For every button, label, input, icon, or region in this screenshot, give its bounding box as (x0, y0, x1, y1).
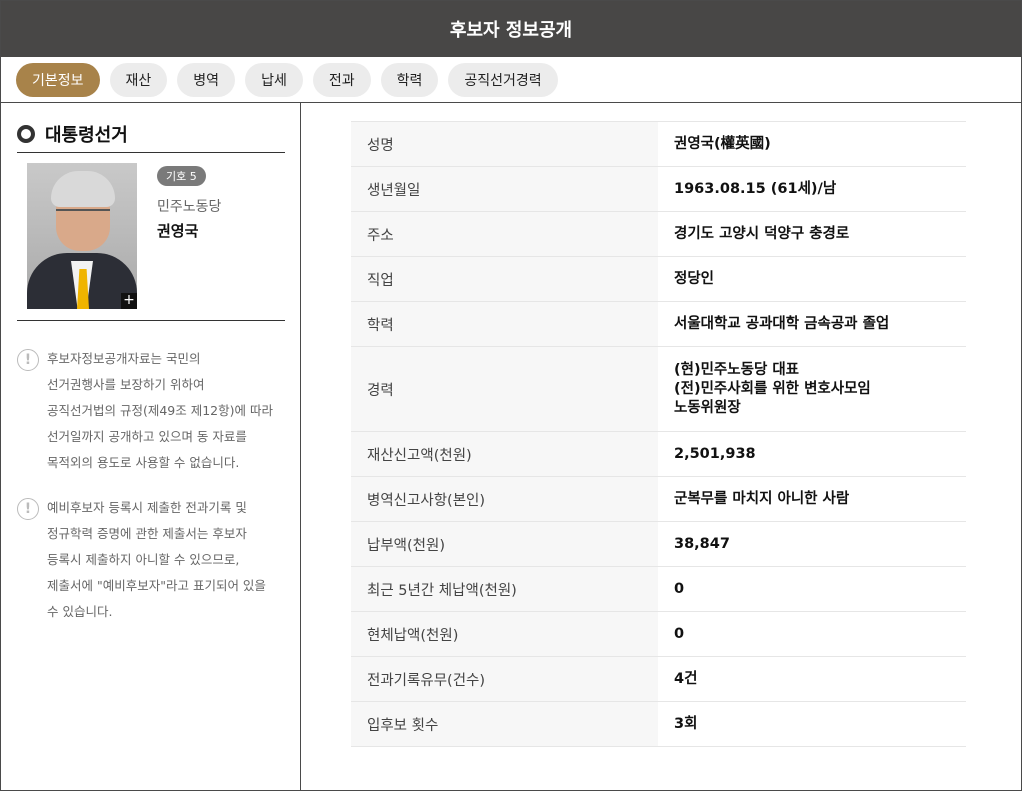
value-line: 0 (674, 580, 685, 597)
notice-line: 제출서에 "예비후보자"라고 표기되어 있을 (47, 578, 266, 593)
value-line: 정당인 (674, 270, 715, 287)
zoom-plus-icon[interactable]: + (121, 293, 137, 309)
tab-3[interactable]: 병역 (177, 62, 236, 97)
row-value: 2,501,938 (658, 432, 966, 477)
value-line: 3회 (674, 715, 698, 732)
value-line: 서울대학교 공과대학 금속공과 졸업 (674, 315, 890, 332)
notice-line: 선거권행사를 보장하기 위하여 (47, 377, 205, 392)
row-label: 납부액(천원) (351, 521, 658, 567)
row-label: 직업 (351, 256, 658, 302)
table-row: 최근 5년간 체납액(천원) 0 (351, 566, 966, 612)
content-area: 대통령선거 + 기호 5 민주노동당 권영국 ! 후보자정보공개자료는 국민의 … (1, 103, 1021, 790)
row-label: 재산신고액(천원) (351, 431, 658, 477)
table-row: 성명 권영국(權英國) (351, 121, 966, 167)
left-panel: 대통령선거 + 기호 5 민주노동당 권영국 ! 후보자정보공개자료는 국민의 … (1, 103, 301, 790)
table-row: 병역신고사항(본인) 군복무를 마치지 아니한 사람 (351, 476, 966, 522)
right-panel: 성명 권영국(權英國) 생년월일 1963.08.15 (61세)/남주소 경기도 고양… (301, 103, 1021, 790)
tab-7[interactable]: 공직선거경력 (448, 62, 558, 97)
value-line: 2,501,938 (674, 445, 756, 462)
candidate-info-window: 후보자 정보공개 기본정보 재산 병역 납세 전과 학력 공직선거경력 대통령선거 + (0, 0, 1022, 791)
row-value: 38,847 (658, 522, 966, 567)
table-row: 입후보 횟수 3회 (351, 701, 966, 747)
notice-line: 후보자정보공개자료는 국민의 (47, 351, 201, 366)
value-line: 1963.08.15 (61세)/남 (674, 180, 837, 197)
row-label: 최근 5년간 체납액(천원) (351, 566, 658, 612)
notice-item: ! 후보자정보공개자료는 국민의선거권행사를 보장하기 위하여공직선거법의 규정(… (17, 349, 285, 476)
row-value: 서울대학교 공과대학 금속공과 졸업 (658, 302, 966, 347)
section-header: 대통령선거 (17, 119, 285, 153)
table-row: 납부액(천원) 38,847 (351, 521, 966, 567)
candidate-info-table: 성명 권영국(權英國) 생년월일 1963.08.15 (61세)/남주소 경기도 고양… (351, 121, 966, 747)
candidate-profile: + 기호 5 민주노동당 권영국 (17, 153, 285, 321)
value-line: 경기도 고양시 덕양구 충경로 (674, 225, 850, 242)
tab-bar: 기본정보 재산 병역 납세 전과 학력 공직선거경력 (1, 57, 1021, 103)
row-value: 경기도 고양시 덕양구 충경로 (658, 212, 966, 257)
row-label: 경력 (351, 346, 658, 432)
row-value: 4건 (658, 657, 966, 702)
row-label: 병역신고사항(본인) (351, 476, 658, 522)
tab-6[interactable]: 학력 (380, 62, 439, 97)
row-label: 입후보 횟수 (351, 701, 658, 747)
row-label: 전과기록유무(건수) (351, 656, 658, 702)
table-row: 재산신고액(천원) 2,501,938 (351, 431, 966, 477)
candidate-summary: 기호 5 민주노동당 권영국 (137, 163, 221, 310)
tab-1[interactable]: 기본정보 (16, 62, 100, 97)
row-label: 생년월일 (351, 166, 658, 212)
candidate-number-badge: 기호 5 (157, 166, 206, 186)
value-line: 4건 (674, 670, 698, 687)
row-label: 학력 (351, 301, 658, 347)
exclamation-icon: ! (17, 498, 39, 520)
row-value: 권영국(權英國) (658, 122, 966, 167)
tab-4[interactable]: 납세 (245, 62, 303, 97)
title-bar: 후보자 정보공개 (1, 1, 1021, 57)
table-row: 직업 정당인 (351, 256, 966, 302)
candidate-photo[interactable]: + (27, 163, 137, 309)
row-value: 정당인 (658, 257, 966, 302)
table-row: 경력 (현)민주노동당 대표 (전)민주사회를 위한 변호사모임노동위원장 (351, 346, 966, 432)
row-value: 0 (658, 567, 966, 612)
section-title: 대통령선거 (45, 124, 128, 146)
circle-icon (17, 124, 35, 143)
value-line: 0 (674, 625, 685, 642)
row-value: 군복무를 마치지 아니한 사람 (658, 477, 966, 522)
notice-list: ! 후보자정보공개자료는 국민의선거권행사를 보장하기 위하여공직선거법의 규정(… (17, 349, 285, 625)
notice-text: 후보자정보공개자료는 국민의선거권행사를 보장하기 위하여공직선거법의 규정(제… (47, 346, 273, 476)
tab-5[interactable]: 전과 (312, 62, 371, 97)
notice-line: 공직선거법의 규정(제49조 제12항)에 따라 (47, 403, 273, 418)
notice-line: 목적외의 용도로 사용할 수 없습니다. (47, 455, 240, 470)
value-line: (현)민주노동당 대표 (674, 361, 800, 378)
row-value: 1963.08.15 (61세)/남 (658, 167, 966, 212)
value-line: 38,847 (674, 535, 730, 552)
row-label: 성명 (351, 121, 658, 167)
row-label: 현체납액(천원) (351, 611, 658, 657)
candidate-party: 민주노동당 (157, 199, 222, 215)
notice-line: 수 있습니다. (47, 604, 113, 619)
value-line: 권영국(權英國) (674, 135, 771, 152)
candidate-name: 권영국 (157, 222, 199, 240)
page-title: 후보자 정보공개 (449, 20, 573, 41)
notice-line: 선거일까지 공개하고 있으며 동 자료를 (47, 429, 247, 444)
tab-2[interactable]: 재산 (109, 62, 168, 97)
row-label: 주소 (351, 211, 658, 257)
row-value: 0 (658, 612, 966, 657)
value-line: (전)민주사회를 위한 변호사모임 (674, 380, 871, 397)
notice-item: ! 예비후보자 등록시 제출한 전과기록 및정규학력 증명에 관한 제출서는 후보… (17, 498, 285, 625)
notice-text: 예비후보자 등록시 제출한 전과기록 및정규학력 증명에 관한 제출서는 후보자… (47, 495, 266, 625)
table-row: 주소 경기도 고양시 덕양구 충경로 (351, 211, 966, 257)
table-row: 전과기록유무(건수) 4건 (351, 656, 966, 702)
notice-line: 등록시 제출하지 아니할 수 있으므로, (47, 552, 240, 567)
row-value: 3회 (658, 702, 966, 747)
value-line: 군복무를 마치지 아니한 사람 (674, 490, 850, 507)
row-value: (현)민주노동당 대표 (전)민주사회를 위한 변호사모임노동위원장 (658, 347, 966, 432)
table-row: 학력 서울대학교 공과대학 금속공과 졸업 (351, 301, 966, 347)
table-row: 현체납액(천원) 0 (351, 611, 966, 657)
value-line: 노동위원장 (674, 399, 741, 416)
notice-line: 정규학력 증명에 관한 제출서는 후보자 (47, 526, 247, 541)
table-row: 생년월일 1963.08.15 (61세)/남 (351, 166, 966, 212)
exclamation-icon: ! (17, 349, 39, 371)
notice-line: 예비후보자 등록시 제출한 전과기록 및 (47, 500, 247, 515)
